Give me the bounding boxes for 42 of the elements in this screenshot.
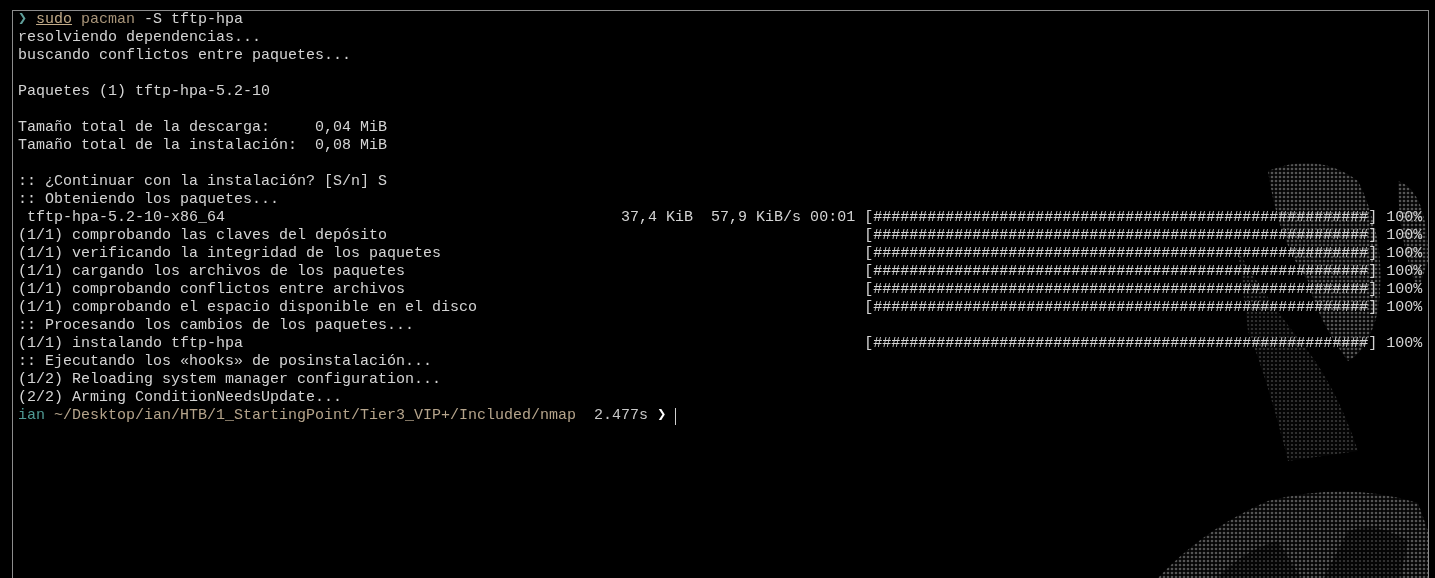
prompt-icon: ❯ [657,407,667,425]
command-duration: 2.477s [594,407,649,425]
output-line: (2/2) Arming ConditionNeedsUpdate... [18,389,343,407]
percent-text: 100% [1386,281,1423,299]
prompt-path: ~/Desktop/ian/HTB/1_StartingPoint/Tier3_VIP+/Included/nmap [54,407,577,425]
progress-text: [#######################################################] [864,245,1378,263]
output-line: :: ¿Continuar con la instalación? [S/n] S [18,173,388,191]
output-line: (1/1) instalando tftp-hpa [18,335,244,352]
output-line: Tamaño total de la descarga: 0,04 MiB [18,119,388,137]
percent-text: 100% [1386,245,1423,263]
output-line: Paquetes (1) tftp-hpa-5.2-10 [18,83,271,101]
output-line: (1/1) verificando la integridad de los paquetes [18,245,442,262]
command-program: pacman [81,11,136,29]
output-line: (1/1) comprobando las claves del depósito [18,227,388,244]
output-line: :: Ejecutando los «hooks» de posinstalación... [18,353,433,371]
command-sudo: sudo [36,11,73,29]
output-line: Tamaño total de la instalación: 0,08 MiB [18,137,388,155]
progress-text: [#######################################################] [864,263,1378,281]
output-line: buscando conflictos entre paquetes... [18,47,352,65]
percent-text: 100% [1386,209,1423,227]
progress-text: [#######################################################] [864,209,1378,227]
percent-text: 100% [1386,299,1423,317]
output-line: (1/2) Reloading system manager configuration... [18,371,442,389]
progress-text: [#######################################################] [864,227,1378,245]
percent-text: 100% [1386,263,1423,281]
command-args: -S tftp-hpa [144,11,244,29]
progress-text: [#######################################################] [864,335,1378,353]
output-line: :: Obteniendo los paquetes... [18,191,280,209]
progress-text: [#######################################################] [864,281,1378,299]
output-line: (1/1) cargando los archivos de los paquetes [18,263,406,280]
output-line: (1/1) comprobando conflictos entre archivos [18,281,406,298]
text-cursor [675,407,677,425]
prompt-icon: ❯ [18,11,28,29]
prompt-user: ian [18,407,45,425]
percent-text: 100% [1386,227,1423,245]
output-line: (1/1) comprobando el espacio disponible en el disco [18,299,478,316]
progress-text: [#######################################################] [864,299,1378,317]
percent-text: 100% [1386,335,1423,353]
output-line: tftp-hpa-5.2-10-x86_64 [26,209,226,226]
output-line: resolviendo dependencias... [18,29,262,47]
output-line: :: Procesando los cambios de los paquetes... [18,317,415,335]
download-stats: 37,4 KiB 57,9 KiB/s 00:01 [621,209,856,226]
